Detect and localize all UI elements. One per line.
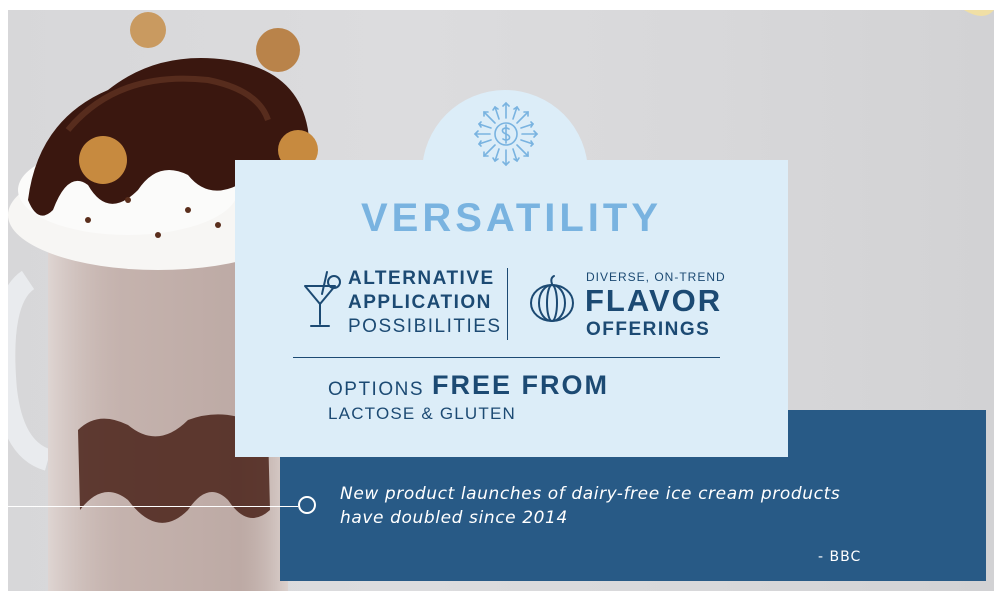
- free-from-line-2: LACTOSE & GLUTEN: [328, 404, 516, 423]
- alt-line-1: ALTERNATIVE: [348, 268, 495, 289]
- quote-text: New product launches of dairy-free ice c…: [340, 482, 900, 530]
- flavor-bottom-line: OFFERINGS: [586, 319, 711, 340]
- pumpkin-icon: [530, 275, 574, 322]
- card-title: VERSATILITY: [360, 196, 663, 240]
- quote-line-1: New product launches of dairy-free ice c…: [340, 484, 841, 504]
- quote-line-2: have doubled since 2014: [340, 508, 568, 528]
- free-from-prefix: OPTIONS: [328, 379, 425, 400]
- flavor-top-line: DIVERSE, ON-TREND: [586, 270, 726, 284]
- quote-connector-line: [8, 506, 298, 507]
- flavor-big-line: FLAVOR: [585, 283, 723, 318]
- alt-line-3: POSSIBILITIES: [348, 316, 502, 337]
- dollar-burst-icon: [473, 101, 539, 167]
- quote-connector-dot: [298, 496, 316, 514]
- quote-source: - BBC: [818, 549, 862, 565]
- free-from-bold: FREE FROM: [432, 370, 609, 400]
- horizontal-divider: [293, 357, 720, 358]
- vertical-divider: [507, 268, 508, 340]
- cocktail-glass-icon: [304, 271, 341, 327]
- decor-shape: [964, 10, 994, 16]
- alt-line-2: APPLICATION: [348, 292, 492, 313]
